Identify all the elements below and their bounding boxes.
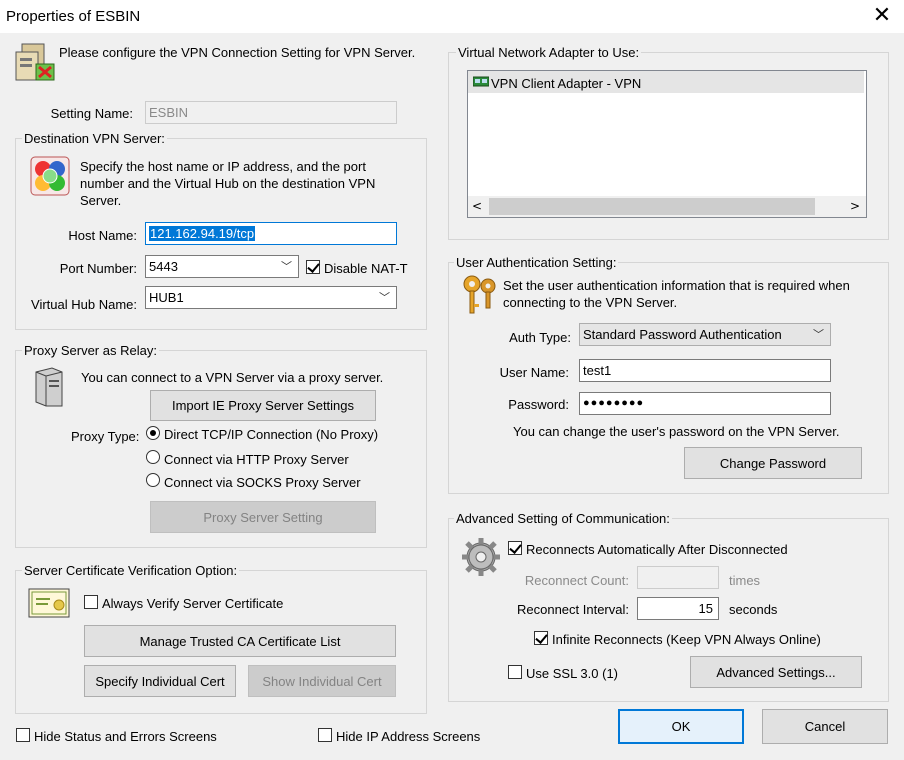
close-icon[interactable]: ✕ (868, 3, 896, 29)
advanced-group-title: Advanced Setting of Communication: (454, 511, 672, 526)
adapter-list-item-label: VPN Client Adapter - VPN (491, 76, 642, 91)
proxy-description: You can connect to a VPN Server via a pr… (81, 370, 384, 385)
user-name-label: User Name: (499, 365, 569, 380)
proxy-http-label: Connect via HTTP Proxy Server (164, 452, 349, 467)
intro-text: Please configure the VPN Connection Sett… (59, 45, 416, 60)
virtual-hub-value: HUB1 (149, 290, 184, 305)
certificate-group-title: Server Certificate Verification Option: (22, 563, 240, 578)
chevron-down-icon: ﹀ (281, 260, 292, 273)
times-label: times (729, 573, 761, 588)
virtual-hub-label: Virtual Hub Name: (31, 297, 137, 312)
proxy-http-radio[interactable] (146, 450, 160, 464)
reconnect-count-field[interactable] (637, 566, 719, 589)
change-password-note: You can change the user's password on th… (513, 424, 840, 439)
user-name-field[interactable]: test1 (579, 359, 831, 382)
reconnect-count-label: Reconnect Count: (524, 573, 629, 588)
auth-type-combo[interactable]: Standard Password Authentication ﹀ (579, 323, 831, 346)
network-globe-icon (30, 156, 70, 196)
scroll-left-icon[interactable]: < (472, 199, 482, 213)
adapter-scroll-thumb[interactable] (489, 198, 815, 215)
cancel-button[interactable]: Cancel (762, 709, 888, 744)
setting-name-field[interactable]: ESBIN (145, 101, 397, 124)
import-ie-proxy-button[interactable]: Import IE Proxy Server Settings (150, 390, 376, 421)
proxy-group-title: Proxy Server as Relay: (22, 343, 159, 358)
use-ssl3-label: Use SSL 3.0 (1) (526, 666, 619, 681)
adapter-group-title: Virtual Network Adapter to Use: (456, 45, 642, 60)
virtual-hub-combo[interactable]: HUB1 ﹀ (145, 286, 397, 309)
disable-natt-label: Disable NAT-T (324, 261, 408, 276)
destination-group-title: Destination VPN Server: (22, 131, 167, 146)
hide-status-label: Hide Status and Errors Screens (34, 729, 217, 744)
hide-ip-label: Hide IP Address Screens (336, 729, 481, 744)
hide-ip-checkbox[interactable] (318, 728, 332, 742)
proxy-direct-radio[interactable] (146, 426, 160, 440)
seconds-label: seconds (729, 602, 778, 617)
auth-type-label: Auth Type: (509, 330, 571, 345)
proxy-socks-label: Connect via SOCKS Proxy Server (164, 475, 361, 490)
destination-description: Specify the host name or IP address, and… (80, 159, 376, 208)
host-name-value: 121.162.94.19/tcp (149, 226, 256, 241)
infinite-reconnects-checkbox[interactable] (534, 631, 548, 645)
disable-natt-checkbox[interactable] (306, 260, 320, 274)
port-number-label: Port Number: (59, 261, 137, 276)
always-verify-checkbox[interactable] (84, 595, 98, 609)
proxy-server-setting-button[interactable]: Proxy Server Setting (150, 501, 376, 533)
computer-tower-icon (32, 366, 66, 408)
infinite-reconnects-label: Infinite Reconnects (Keep VPN Always Onl… (552, 632, 821, 647)
chevron-down-icon: ﹀ (813, 328, 824, 341)
proxy-direct-label: Direct TCP/IP Connection (No Proxy) (164, 427, 379, 442)
change-password-button[interactable]: Change Password (684, 447, 862, 479)
reconnect-interval-field[interactable]: 15 (637, 597, 719, 620)
hide-status-checkbox[interactable] (16, 728, 30, 742)
gear-icon (460, 536, 502, 578)
ok-button[interactable]: OK (618, 709, 744, 744)
port-number-value: 5443 (149, 259, 178, 274)
proxy-socks-radio[interactable] (146, 473, 160, 487)
advanced-settings-button[interactable]: Advanced Settings... (690, 656, 862, 688)
password-field[interactable]: ●●●●●●●● (579, 392, 831, 415)
keys-icon (460, 274, 500, 318)
setting-name-label: Setting Name: (50, 106, 133, 121)
host-name-field[interactable]: 121.162.94.19/tcp (145, 222, 397, 245)
reconnect-interval-label: Reconnect Interval: (516, 602, 629, 617)
reconnect-auto-label: Reconnects Automatically After Disconnec… (526, 542, 788, 557)
always-verify-label: Always Verify Server Certificate (102, 596, 284, 611)
auth-group-title: User Authentication Setting: (454, 255, 619, 270)
chevron-down-icon: ﹀ (379, 291, 390, 304)
scroll-right-icon[interactable]: > (850, 199, 860, 213)
proxy-type-label: Proxy Type: (71, 429, 140, 444)
use-ssl3-checkbox[interactable] (508, 665, 522, 679)
vpn-server-icon (14, 42, 56, 82)
window-title: Properties of ESBIN (6, 8, 141, 25)
password-label: Password: (508, 397, 569, 412)
show-individual-cert-button[interactable]: Show Individual Cert (248, 665, 396, 697)
network-adapter-icon (472, 76, 490, 88)
specify-individual-cert-button[interactable]: Specify Individual Cert (84, 665, 236, 697)
port-number-combo[interactable]: 5443 ﹀ (145, 255, 299, 278)
reconnect-auto-checkbox[interactable] (508, 541, 522, 555)
host-name-label: Host Name: (68, 228, 137, 243)
auth-type-value: Standard Password Authentication (583, 327, 782, 342)
manage-trusted-ca-button[interactable]: Manage Trusted CA Certificate List (84, 625, 396, 657)
certificate-icon (28, 588, 70, 618)
auth-description: Set the user authentication information … (503, 278, 850, 310)
